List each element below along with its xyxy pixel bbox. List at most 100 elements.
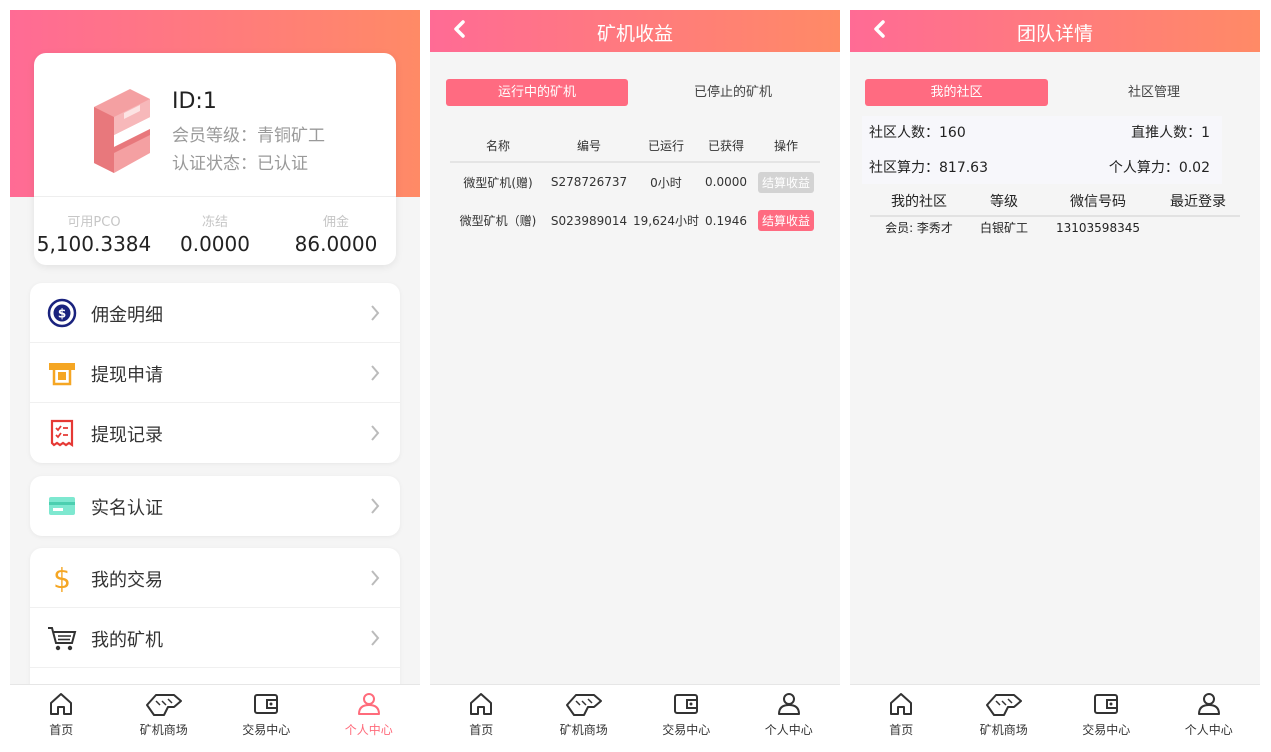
column-header: 最近登录 [1156,186,1240,217]
tab-label: 矿机商场 [979,723,1028,737]
community-table: 我的社区 等级 微信号码 最近登录 会员: 李秀才 白银矿工 131035983… [870,186,1240,238]
miner-table: 名称 编号 已运行 已获得 操作 微型矿机(赠) S278726737 0小时 … [450,130,820,240]
tab-miner-store[interactable]: 矿机商场 [113,685,216,742]
menu-item-my-miners[interactable]: 我的矿机 [30,608,400,668]
chevron-right-icon [371,570,380,586]
tab-label: 矿机商场 [559,723,608,737]
miner-icon [145,694,182,716]
menu-label: 我的矿机 [91,630,163,651]
menu-item-withdraw-records[interactable]: 提现记录 [30,403,400,463]
receipt-checklist-icon [50,419,74,448]
tab-stopped-miners[interactable]: 已停止的矿机 [642,79,824,106]
menu-item-withdraw-apply[interactable]: 提现申请 [30,343,400,403]
chevron-right-icon [371,365,380,381]
tab-label: 个人中心 [1184,723,1233,737]
menu-item-real-name[interactable]: 实名认证 [30,476,400,536]
tab-trade-center[interactable]: 交易中心 [1055,685,1158,742]
stat-label: 可用PCO [67,215,121,230]
tab-my-community[interactable]: 我的社区 [865,79,1048,106]
wallet-icon [1094,694,1119,714]
atm-withdraw-icon [49,363,75,386]
auth-status: 认证状态：已认证 [172,154,308,174]
member-level: 会员等级：青铜矿工 [172,126,325,146]
tab-trade-center[interactable]: 交易中心 [635,685,738,742]
menu-label: 实名认证 [91,498,163,519]
user-id: ID:1 [172,89,217,114]
stat-value: 86.0000 [294,232,378,256]
dollar-coin-icon: $ [47,298,77,328]
menu-item-my-trades[interactable]: $ 我的交易 [30,548,400,608]
menu-item-commission[interactable]: $ 佣金明细 [30,283,400,343]
menu-label: 我的交易 [91,570,163,591]
column-header: 我的社区 [870,186,968,217]
page-header: 矿机收益 [430,10,840,52]
home-icon [50,693,73,715]
tab-trade-center[interactable]: 交易中心 [215,685,318,742]
page-title: 团队详情 [1016,23,1093,45]
tab-home[interactable]: 首页 [850,685,953,742]
miner-code: S023989014 [550,213,628,228]
tab-label: 矿机商场 [139,723,188,737]
tab-profile[interactable]: 个人中心 [738,685,841,742]
chevron-right-icon [371,425,380,441]
stat-commission: 佣金 86.0000 [276,211,396,256]
action-cell: 结算收益 [752,162,820,201]
column-header: 操作 [752,130,820,163]
column-header: 已获得 [700,130,752,163]
tab-label: 交易中心 [1082,723,1131,737]
member-level: 白银矿工 [979,221,1028,235]
wallet-icon [254,694,279,714]
menu-group-finance: $ 佣金明细 提现申请 提现记录 [30,283,400,463]
divider [34,196,396,197]
dollar-sign-icon: $ [53,563,71,593]
svg-text:$: $ [58,307,66,321]
column-header: 名称 [450,130,546,163]
profile-screen: ID:1 会员等级：青铜矿工 认证状态：已认证 可用PCO 5,100.3384… [10,10,420,742]
personal-power: 个人算力：0.02 [1108,160,1210,176]
user-icon [357,693,380,715]
settle-button[interactable]: 结算收益 [757,210,814,231]
miner-name: 微型矿机（赠) [459,214,537,228]
stat-label: 佣金 [322,215,349,230]
miner-earnings-screen: 矿机收益 运行中的矿机 已停止的矿机 名称 编号 已运行 已获得 操作 微型矿机… [430,10,840,742]
tab-profile[interactable]: 个人中心 [1158,685,1261,742]
bottom-tabbar: 首页 矿机商场 交易中心 个人中心 [850,684,1260,742]
stat-frozen: 冻结 0.0000 [155,211,275,256]
tab-label: 首页 [469,723,494,737]
wallet-icon [674,694,699,714]
column-header: 编号 [546,130,632,163]
bottom-tabbar: 首页 矿机商场 交易中心 个人中心 [10,684,420,742]
miner-icon [565,694,602,716]
column-header: 等级 [968,186,1040,217]
chevron-right-icon [371,630,380,646]
tab-label: 首页 [49,723,74,737]
home-icon [470,693,493,715]
tab-label: 首页 [889,723,914,737]
miner-code: S278726737 [550,175,628,189]
stat-available: 可用PCO 5,100.3384 [34,211,154,256]
home-icon [890,693,913,715]
miner-icon [985,694,1022,716]
stat-label: 冻结 [201,215,228,230]
user-icon [777,693,800,715]
tab-running-miners[interactable]: 运行中的矿机 [446,79,628,106]
tab-home[interactable]: 首页 [10,685,113,742]
table-row: 微型矿机（赠) S023989014 19,624小时 0.1946 结算收益 [450,201,820,240]
tab-miner-store[interactable]: 矿机商场 [953,685,1056,742]
tab-miner-store[interactable]: 矿机商场 [533,685,636,742]
tab-community-management[interactable]: 社区管理 [1062,79,1246,106]
miner-earned: 0.1946 [705,213,747,228]
table-row: 微型矿机(赠) S278726737 0小时 0.0000 结算收益 [450,162,820,201]
tab-profile[interactable]: 个人中心 [318,685,421,742]
miner-runtime: 0小时 [650,175,682,190]
menu-label: 提现申请 [91,365,163,386]
tab-label: 个人中心 [344,723,393,737]
member-last-login [1156,216,1240,238]
user-icon [1197,693,1220,715]
table-header-row: 我的社区 等级 微信号码 最近登录 [870,186,1240,217]
profile-card: ID:1 会员等级：青铜矿工 认证状态：已认证 可用PCO 5,100.3384… [34,53,396,265]
shopping-cart-icon [48,627,77,651]
tab-home[interactable]: 首页 [430,685,533,742]
settle-button-disabled[interactable]: 结算收益 [757,171,814,193]
column-header: 微信号码 [1040,186,1156,217]
